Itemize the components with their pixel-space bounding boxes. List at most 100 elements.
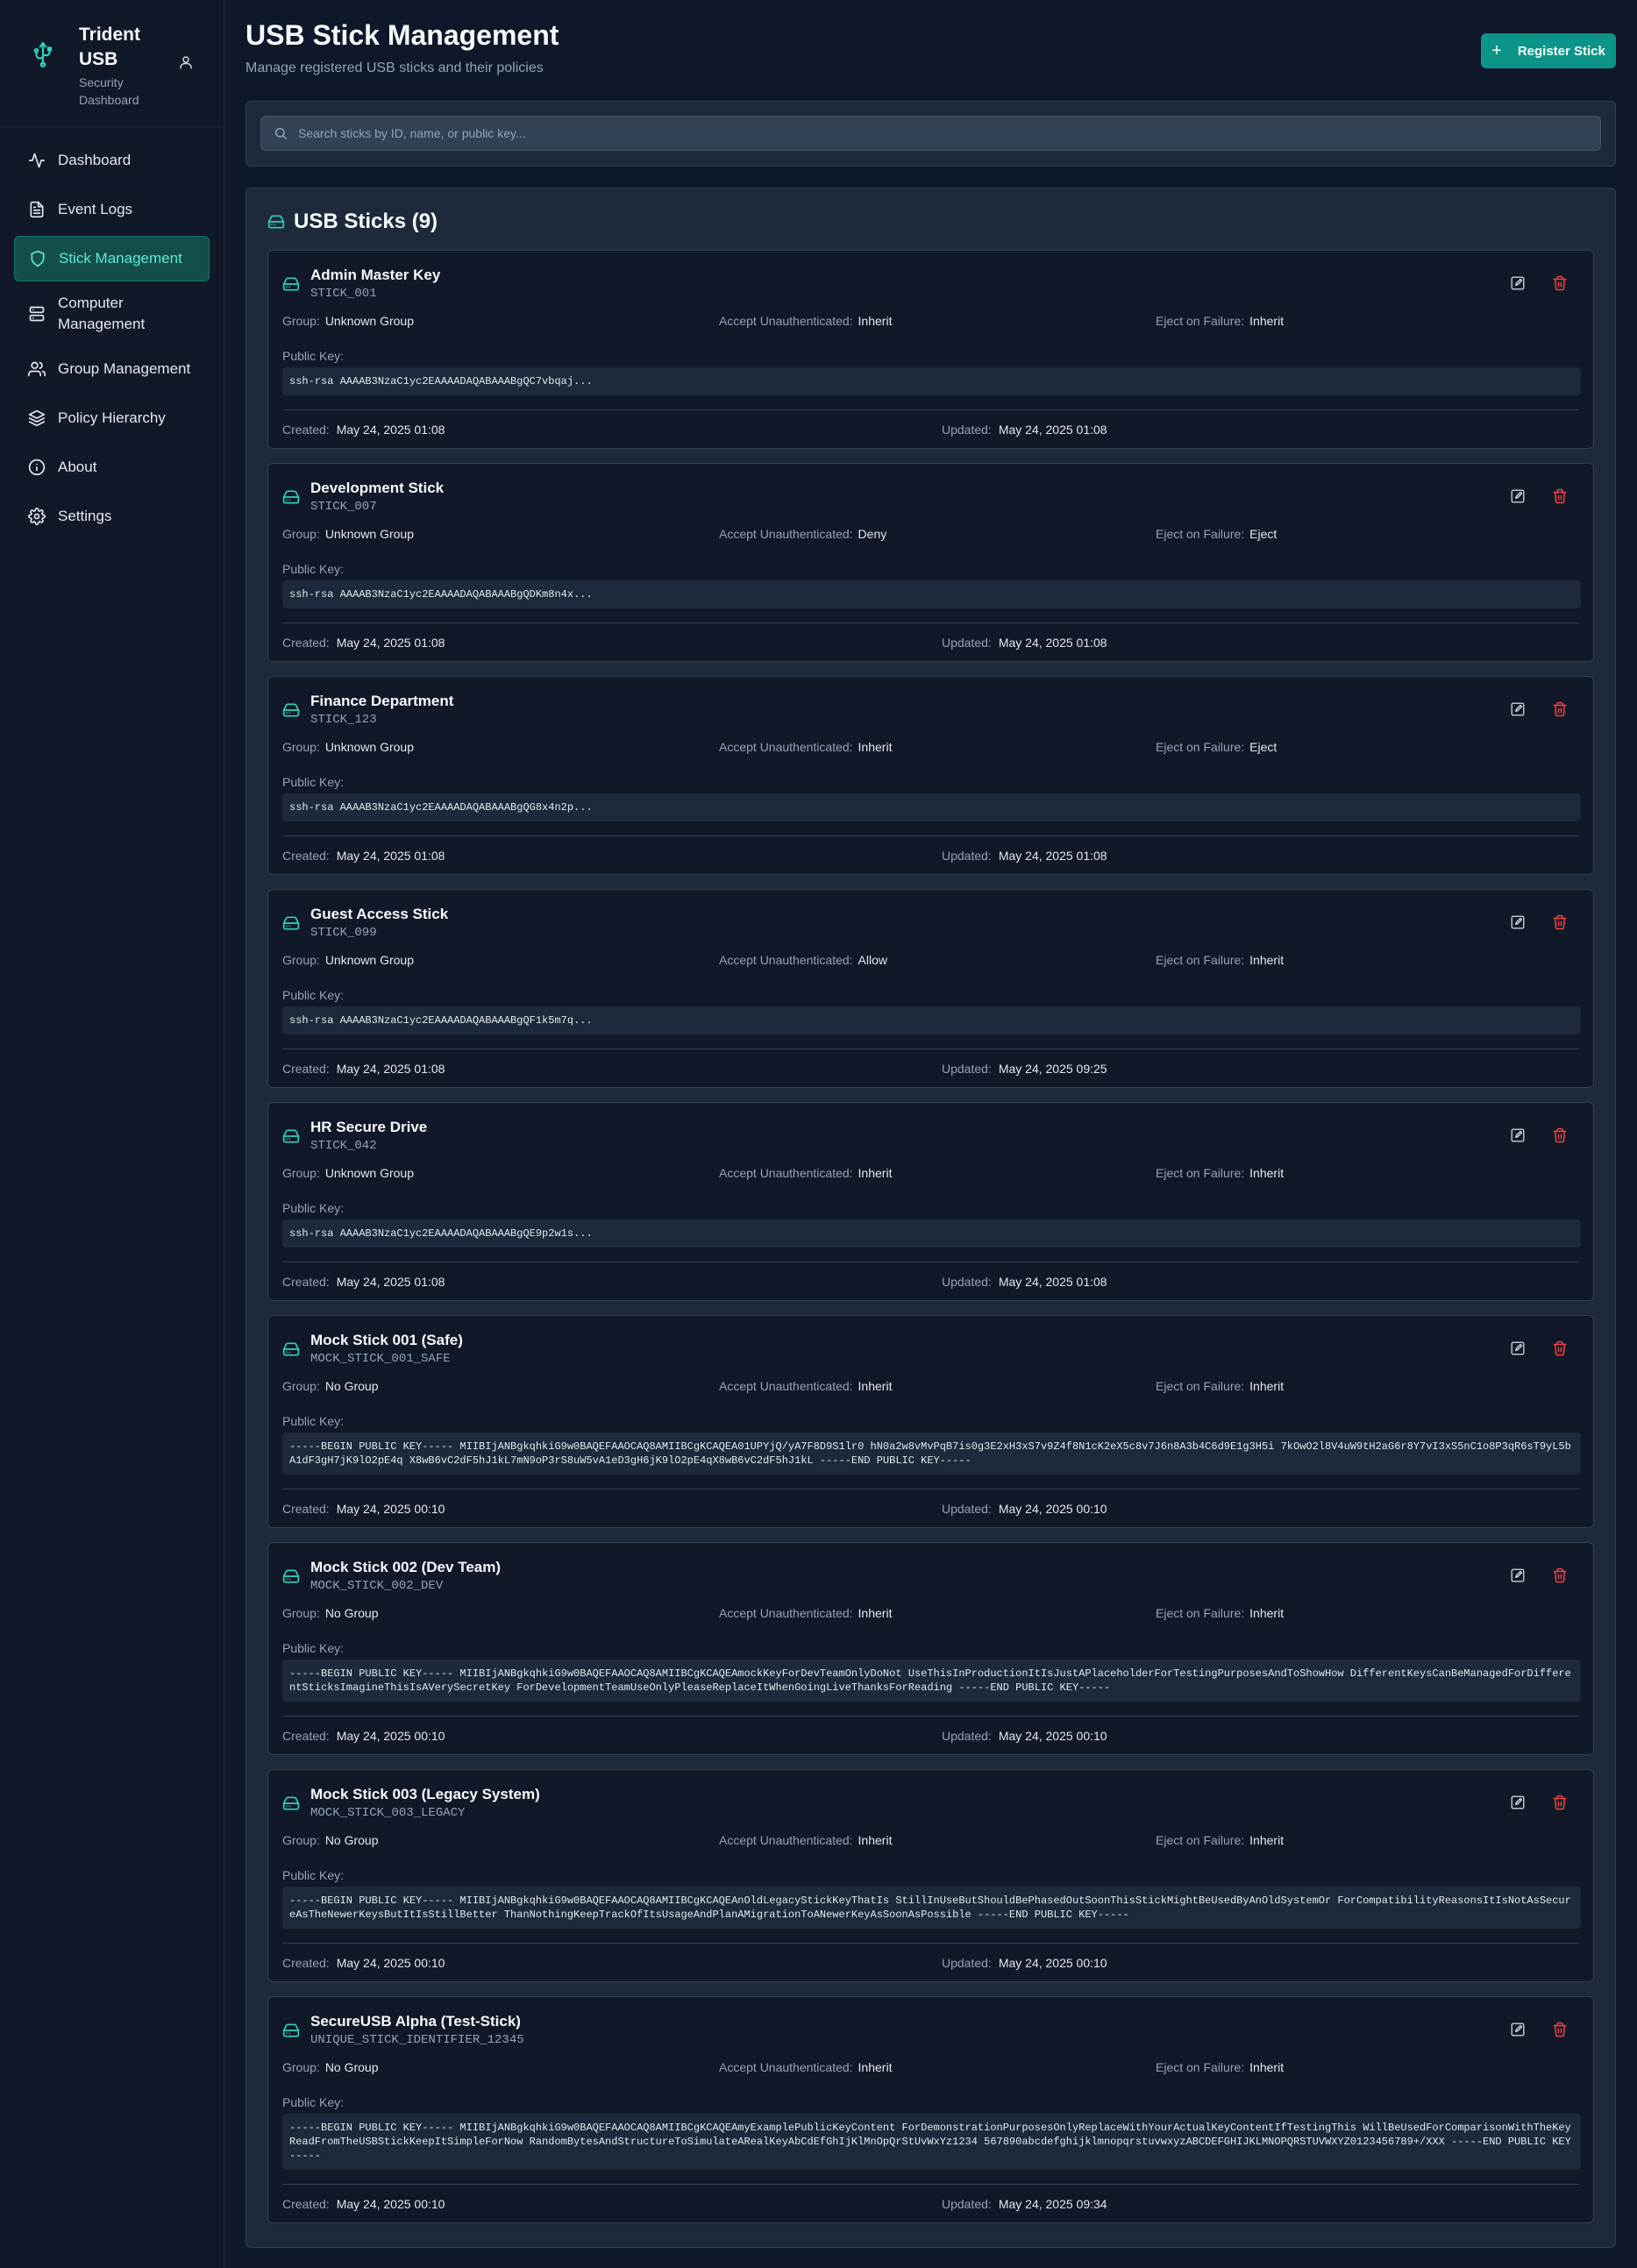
stick-footer: Created: May 24, 2025 00:10 Updated: May 24… <box>282 2184 1579 2219</box>
eject-label: Eject on Failure: <box>1156 1833 1245 1847</box>
sidebar: Trident USB Security Dashboard Dashboard… <box>0 0 224 2268</box>
stick-group: Group: No Group <box>282 1833 379 1847</box>
trash-icon[interactable] <box>1552 2022 1568 2037</box>
register-stick-button[interactable]: + Register Stick <box>1481 33 1616 68</box>
stick-card: Admin Master Key STICK_001 Group: Unknown G… <box>267 250 1594 449</box>
hard-drive-icon <box>282 703 300 717</box>
public-key-value: -----BEGIN PUBLIC KEY----- MIIBIjANBgkqh… <box>282 1887 1581 1929</box>
updated-label: Updated: <box>942 1956 992 1970</box>
sidebar-item-event-logs[interactable]: Event Logs <box>14 187 210 232</box>
stick-card: Guest Access Stick STICK_099 Group: Unknown… <box>267 889 1594 1088</box>
trash-icon[interactable] <box>1552 488 1568 504</box>
brand: Trident USB Security Dashboard <box>0 0 224 127</box>
stick-card: Development Stick STICK_007 Group: Unknown … <box>267 463 1594 662</box>
sidebar-item-policy-hierarchy[interactable]: Policy Hierarchy <box>14 395 210 441</box>
created-timestamp: Created: May 24, 2025 00:10 <box>282 1729 445 1743</box>
public-key-value: ssh-rsa AAAAB3NzaC1yc2EAAAADAQABAAABgQF1… <box>282 1006 1581 1034</box>
page-subtitle: Manage registered USB sticks and their p… <box>246 60 544 75</box>
group-value: No Group <box>324 1379 379 1393</box>
sidebar-item-settings[interactable]: Settings <box>14 494 210 539</box>
edit-icon[interactable] <box>1510 275 1526 291</box>
eject-value: Inherit <box>1249 1833 1285 1847</box>
stick-name: Mock Stick 002 (Dev Team) <box>310 1559 501 1575</box>
edit-icon[interactable] <box>1510 1340 1526 1356</box>
hard-drive-icon <box>282 277 300 291</box>
updated-value: May 24, 2025 00:10 <box>998 1502 1107 1516</box>
edit-icon[interactable] <box>1510 2022 1526 2037</box>
group-label: Group: <box>282 1833 320 1847</box>
sidebar-item-stick-management[interactable]: Stick Management <box>14 236 210 281</box>
search-input[interactable] <box>298 126 1526 140</box>
search-box[interactable] <box>260 116 1601 151</box>
gear-icon <box>28 508 46 525</box>
public-key-value: ssh-rsa AAAAB3NzaC1yc2EAAAADAQABAAABgQDK… <box>282 580 1581 608</box>
group-value: No Group <box>324 1606 379 1620</box>
edit-icon[interactable] <box>1510 914 1526 930</box>
public-key-label: Public Key: <box>282 2095 345 2109</box>
stick-accept-unauthenticated: Accept Unauthenticated: Inherit <box>719 1833 892 1847</box>
trash-icon[interactable] <box>1552 914 1568 930</box>
eject-value: Inherit <box>1249 314 1285 328</box>
created-value: May 24, 2025 01:08 <box>336 849 445 863</box>
stick-footer: Created: May 24, 2025 01:08 Updated: May 24… <box>282 1049 1579 1084</box>
trash-icon[interactable] <box>1552 1127 1568 1143</box>
trash-icon[interactable] <box>1552 701 1568 717</box>
usb-sticks-panel: USB Sticks (9) Admin Master Key STICK_001… <box>246 188 1616 2248</box>
trash-icon[interactable] <box>1552 1795 1568 1810</box>
sidebar-item-dashboard[interactable]: Dashboard <box>14 138 210 183</box>
created-timestamp: Created: May 24, 2025 01:08 <box>282 849 445 863</box>
stick-id: UNIQUE_STICK_IDENTIFIER_12345 <box>310 2033 524 2047</box>
register-stick-label: Register Stick <box>1517 43 1605 59</box>
accept-label: Accept Unauthenticated: <box>719 527 853 541</box>
stick-eject-on-failure: Eject on Failure: Inherit <box>1156 314 1284 328</box>
hard-drive-icon <box>282 1796 300 1810</box>
usb-icon <box>33 42 53 68</box>
sidebar-item-label: About <box>58 459 97 475</box>
updated-label: Updated: <box>942 636 992 650</box>
group-value: Unknown Group <box>324 1166 414 1180</box>
trash-icon[interactable] <box>1552 1568 1568 1583</box>
edit-icon[interactable] <box>1510 1568 1526 1583</box>
eject-value: Eject <box>1249 527 1278 541</box>
stick-id: STICK_099 <box>310 926 377 940</box>
created-timestamp: Created: May 24, 2025 01:08 <box>282 636 445 650</box>
eject-value: Inherit <box>1249 1606 1285 1620</box>
public-key-label: Public Key: <box>282 1201 345 1215</box>
accept-label: Accept Unauthenticated: <box>719 1166 853 1180</box>
public-key-label: Public Key: <box>282 1868 345 1882</box>
stick-name: Admin Master Key <box>310 267 441 283</box>
sidebar-item-label: Settings <box>58 508 112 524</box>
stick-card: Mock Stick 002 (Dev Team) MOCK_STICK_002_… <box>267 1542 1594 1755</box>
trash-icon[interactable] <box>1552 275 1568 291</box>
edit-icon[interactable] <box>1510 1127 1526 1143</box>
edit-icon[interactable] <box>1510 1795 1526 1810</box>
public-key-label: Public Key: <box>282 562 345 576</box>
stick-id: STICK_042 <box>310 1139 377 1153</box>
sidebar-item-group-management[interactable]: Group Management <box>14 346 210 392</box>
stick-accept-unauthenticated: Accept Unauthenticated: Inherit <box>719 1379 892 1393</box>
created-timestamp: Created: May 24, 2025 00:10 <box>282 1502 445 1516</box>
group-value: Unknown Group <box>324 527 414 541</box>
plus-icon: + <box>1491 40 1502 60</box>
eject-value: Inherit <box>1249 1379 1285 1393</box>
updated-label: Updated: <box>942 849 992 863</box>
created-label: Created: <box>282 1729 330 1743</box>
updated-timestamp: Updated: May 24, 2025 00:10 <box>942 1502 1107 1516</box>
stick-accept-unauthenticated: Accept Unauthenticated: Allow <box>719 953 887 967</box>
edit-icon[interactable] <box>1510 701 1526 717</box>
stick-eject-on-failure: Eject on Failure: Inherit <box>1156 1606 1284 1620</box>
stick-group: Group: Unknown Group <box>282 1166 414 1180</box>
eject-value: Eject <box>1249 740 1278 754</box>
trash-icon[interactable] <box>1552 1340 1568 1356</box>
sidebar-item-computer-management[interactable]: Computer Management <box>14 285 210 343</box>
group-value: No Group <box>324 1833 379 1847</box>
sidebar-item-about[interactable]: About <box>14 444 210 490</box>
updated-label: Updated: <box>942 2197 992 2211</box>
stick-id: MOCK_STICK_001_SAFE <box>310 1352 451 1366</box>
accept-label: Accept Unauthenticated: <box>719 740 853 754</box>
user-icon[interactable] <box>178 54 194 70</box>
stick-name: Development Stick <box>310 480 445 496</box>
stick-group: Group: Unknown Group <box>282 953 414 967</box>
hard-drive-icon <box>282 1569 300 1583</box>
edit-icon[interactable] <box>1510 488 1526 504</box>
